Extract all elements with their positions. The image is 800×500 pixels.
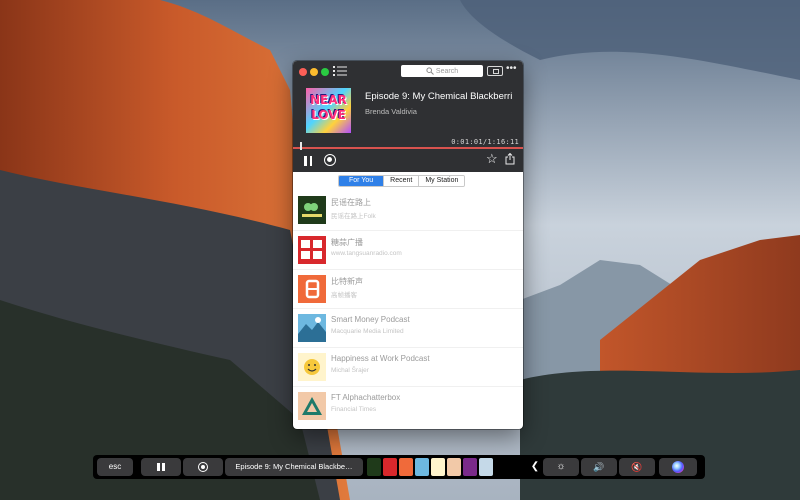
- touchbar-pause-button[interactable]: [141, 458, 181, 476]
- podcast-list-item[interactable]: 民谣在路上 民谣在路上Folk: [293, 191, 523, 230]
- share-icon[interactable]: [505, 153, 515, 165]
- touchbar-record-button[interactable]: [183, 458, 223, 476]
- touchbar-podcast-thumb[interactable]: [479, 458, 493, 476]
- search-input[interactable]: Search: [401, 65, 483, 77]
- podcast-thumbnail: [298, 392, 326, 420]
- podcast-thumbnail: [298, 353, 326, 381]
- podcast-list: 民谣在路上 民谣在路上Folk 糖蒜广播 www.tangsuanradio.c…: [293, 191, 523, 425]
- touchbar-podcast-strip: [367, 458, 493, 476]
- podcast-subtitle: Michal Šrajer: [331, 367, 369, 374]
- episode-author: Brenda Valdivia: [365, 107, 417, 116]
- cover-art-text: NEAR LOVE: [310, 93, 347, 122]
- podcast-title: 比特新声: [331, 277, 363, 286]
- mini-player-button[interactable]: [487, 66, 503, 76]
- touchbar-podcast-thumb[interactable]: [447, 458, 461, 476]
- progress-knob[interactable]: [300, 142, 302, 150]
- minimize-window-button[interactable]: [310, 68, 318, 76]
- touchbar-podcast-thumb[interactable]: [463, 458, 477, 476]
- touchbar-podcast-thumb[interactable]: [367, 458, 381, 476]
- touchbar-podcast-thumb[interactable]: [415, 458, 429, 476]
- episode-cover-art: NEAR LOVE: [306, 88, 351, 133]
- podcast-list-item[interactable]: FT Alphachatterbox Financial Times: [293, 386, 523, 425]
- tab-recent[interactable]: Recent: [383, 176, 419, 186]
- podcast-app-window: Search ••• NEAR LOVE Episode 9: My Chemic…: [293, 61, 523, 429]
- podcast-subtitle: www.tangsuanradio.com: [331, 250, 402, 257]
- esc-key[interactable]: esc: [97, 458, 133, 476]
- podcast-title: FT Alphachatterbox: [331, 393, 401, 402]
- podcast-list-item[interactable]: 比特新声 高帧播客: [293, 269, 523, 308]
- tab-bar: For You Recent My Station: [338, 175, 466, 187]
- touchbar-episode-title[interactable]: Episode 9: My Chemical Blackbe…: [225, 458, 363, 476]
- podcast-list-item[interactable]: Happiness at Work Podcast Michal Šrajer: [293, 347, 523, 386]
- podcast-list-item[interactable]: 糖蒜广播 www.tangsuanradio.com: [293, 230, 523, 269]
- close-window-button[interactable]: [299, 68, 307, 76]
- list-icon[interactable]: [333, 65, 347, 77]
- podcast-subtitle: Financial Times: [331, 406, 377, 413]
- podcast-list-item[interactable]: Smart Money Podcast Macquarie Media Limi…: [293, 308, 523, 347]
- player-header: Search ••• NEAR LOVE Episode 9: My Chemic…: [293, 61, 523, 172]
- podcast-thumbnail: [298, 236, 326, 264]
- podcast-title: 糖蒜广播: [331, 238, 363, 247]
- search-placeholder: Search: [435, 67, 459, 75]
- podcast-subtitle: 民谣在路上Folk: [331, 213, 376, 220]
- touchbar-podcast-thumb[interactable]: [431, 458, 445, 476]
- tab-for-you[interactable]: For You: [339, 176, 384, 186]
- record-icon[interactable]: [324, 154, 336, 166]
- podcast-thumbnail: [298, 196, 326, 224]
- episode-title: Episode 9: My Chemical Blackberri: [365, 91, 513, 102]
- podcast-subtitle: 高帧播客: [331, 292, 357, 299]
- playback-time: 0:01:01/1:16:11: [451, 138, 519, 146]
- podcast-title: Happiness at Work Podcast: [331, 354, 430, 363]
- tab-my-station[interactable]: My Station: [418, 176, 465, 186]
- progress-bar[interactable]: [293, 147, 523, 149]
- podcast-title: 民谣在路上: [331, 198, 371, 207]
- touchbar-podcast-thumb[interactable]: [399, 458, 413, 476]
- more-icon[interactable]: •••: [506, 64, 520, 74]
- podcast-title: Smart Money Podcast: [331, 315, 410, 324]
- pause-icon[interactable]: [304, 156, 312, 166]
- podcast-thumbnail: [298, 314, 326, 342]
- mute-icon[interactable]: 🔇: [619, 458, 655, 476]
- brightness-icon[interactable]: ☼: [543, 458, 579, 476]
- volume-up-icon[interactable]: 🔊: [581, 458, 617, 476]
- touch-bar: esc Episode 9: My Chemical Blackbe… ❮ ☼ …: [93, 455, 705, 479]
- podcast-thumbnail: [298, 275, 326, 303]
- siri-icon[interactable]: [659, 458, 697, 476]
- chevron-left-icon[interactable]: ❮: [529, 458, 541, 476]
- podcast-subtitle: Macquarie Media Limited: [331, 328, 404, 335]
- star-icon[interactable]: ☆: [486, 152, 499, 165]
- maximize-window-button[interactable]: [321, 68, 329, 76]
- search-icon: [426, 67, 434, 75]
- touchbar-podcast-thumb[interactable]: [383, 458, 397, 476]
